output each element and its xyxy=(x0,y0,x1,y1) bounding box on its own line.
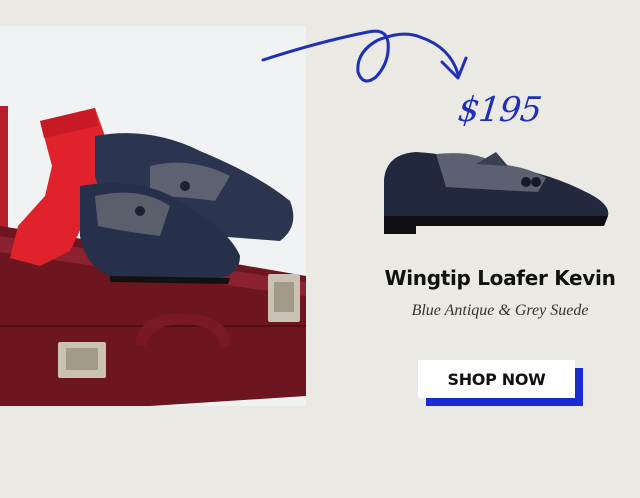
promo-banner: $195 Wingtip Loafer Kevin Blue Antique &… xyxy=(0,0,640,498)
product-name: Wingtip Loafer Kevin xyxy=(384,266,616,290)
shop-now-button[interactable]: SHOP NOW xyxy=(418,360,575,398)
product-shoe-image xyxy=(384,152,609,234)
product-variant: Blue Antique & Grey Suede xyxy=(411,302,589,319)
product-price: $195 xyxy=(456,90,543,130)
hand-drawn-arrow-icon xyxy=(261,29,468,83)
shop-now-button-container: SHOP NOW xyxy=(418,360,583,406)
